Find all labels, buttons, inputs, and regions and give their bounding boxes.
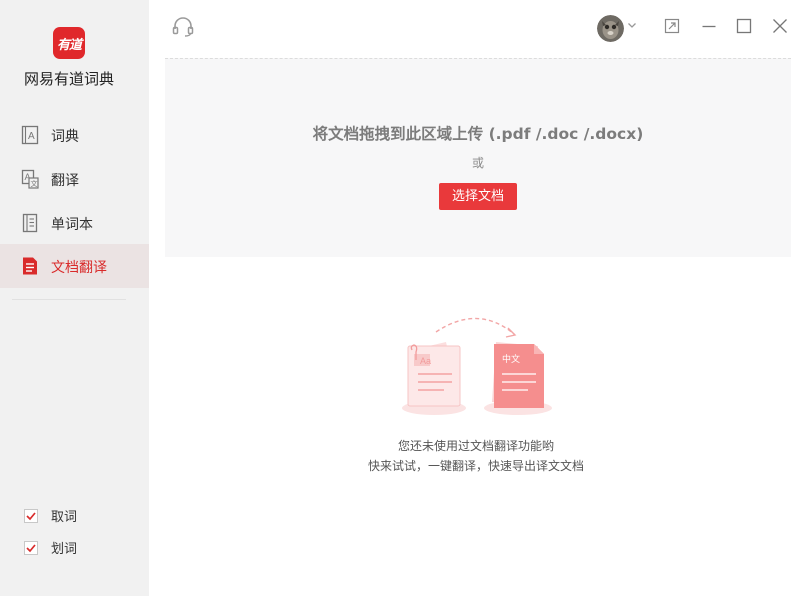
svg-text:A: A bbox=[28, 131, 35, 142]
sidebar-item-label: 翻译 bbox=[51, 173, 79, 189]
sidebar-divider bbox=[12, 299, 126, 300]
drop-zone-title: 将文档拖拽到此区域上传 (.pdf /.doc /.docx) bbox=[312, 125, 644, 143]
checkbox-checked-icon[interactable] bbox=[24, 508, 38, 523]
close-icon[interactable] bbox=[772, 18, 788, 34]
mini-mode-icon[interactable] bbox=[664, 18, 680, 34]
sidebar-item-label: 词典 bbox=[51, 129, 79, 145]
dictionary-icon: A bbox=[21, 125, 39, 145]
select-document-button[interactable]: 选择文档 bbox=[439, 183, 517, 210]
sidebar-item-wordbook[interactable]: 单词本 bbox=[0, 201, 149, 245]
app-logo: 有道 bbox=[53, 27, 85, 59]
sidebar-item-label: 文档翻译 bbox=[51, 260, 107, 276]
sidebar-item-translate[interactable]: A 文 翻译 bbox=[0, 157, 149, 201]
option-label: 划词 bbox=[51, 542, 78, 557]
document-drop-zone[interactable]: 将文档拖拽到此区域上传 (.pdf /.doc /.docx) 或 选择文档 bbox=[165, 58, 791, 257]
user-avatar[interactable] bbox=[597, 15, 624, 42]
sidebar-item-document-translate[interactable]: 文档翻译 bbox=[0, 244, 149, 288]
document-translate-illustration: Aa 中文 bbox=[402, 317, 552, 415]
drop-zone-or-text: 或 bbox=[471, 156, 484, 170]
checkbox-checked-icon[interactable] bbox=[24, 540, 38, 555]
option-select-word[interactable]: 划词 bbox=[24, 538, 77, 557]
translate-icon: A 文 bbox=[21, 169, 39, 189]
app-name: 网易有道词典 bbox=[23, 70, 114, 88]
sidebar-item-label: 单词本 bbox=[51, 217, 93, 233]
minimize-icon[interactable] bbox=[701, 18, 717, 34]
document-icon bbox=[23, 257, 37, 275]
option-pick-word[interactable]: 取词 bbox=[24, 506, 77, 525]
source-lang-tag: Aa bbox=[420, 356, 431, 366]
chevron-down-icon[interactable] bbox=[627, 20, 637, 30]
empty-state-message: 您还未使用过文档翻译功能哟 bbox=[397, 439, 554, 453]
app-window: 有道 网易有道词典 A 词典 A 文 翻译 单词本 文档翻译 取词 划词 将文档… bbox=[0, 0, 803, 596]
wordbook-icon bbox=[22, 213, 38, 233]
sidebar-item-dictionary[interactable]: A 词典 bbox=[0, 113, 149, 157]
customer-service-headset-icon[interactable] bbox=[171, 15, 195, 39]
option-label: 取词 bbox=[51, 510, 78, 525]
target-lang-tag: 中文 bbox=[502, 353, 520, 364]
svg-text:文: 文 bbox=[31, 179, 38, 188]
empty-state-hint: 快来试试，一键翻译，快速导出译文文档 bbox=[367, 459, 584, 473]
sidebar: 有道 网易有道词典 A 词典 A 文 翻译 单词本 文档翻译 取词 划词 bbox=[0, 0, 149, 596]
maximize-icon[interactable] bbox=[736, 18, 752, 34]
